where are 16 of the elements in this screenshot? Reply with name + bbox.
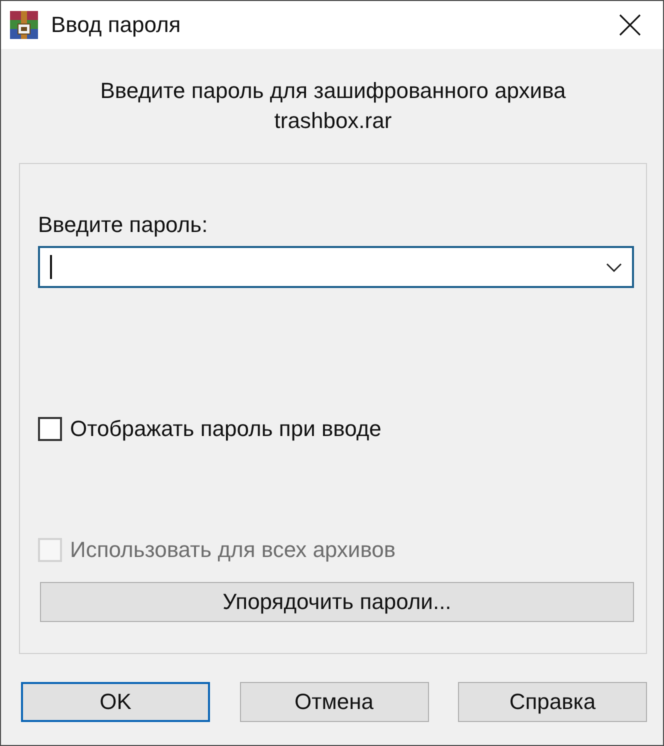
password-field[interactable] [38,246,634,288]
dialog-button[interactable]: OK [21,682,210,722]
prompt-text: Введите пароль для зашифрованного архива [100,77,566,105]
checkbox[interactable] [38,417,62,441]
archive-name: trashbox.rar [274,107,392,135]
checkbox-label: Отображать пароль при вводе [70,416,382,442]
chevron-down-icon [606,262,622,272]
dialog-button[interactable]: Отмена [240,682,428,722]
password-label: Введите пароль: [38,212,208,238]
books-app-icon [9,10,39,40]
close-icon [619,14,641,36]
checkbox-label: Использовать для всех архивов [70,537,396,563]
dialog-button[interactable]: Справка [458,682,647,722]
organize-passwords-button[interactable]: Упорядочить пароли... [40,582,634,622]
window-title: Ввод пароля [51,12,182,38]
text-cursor-icon [50,255,52,279]
